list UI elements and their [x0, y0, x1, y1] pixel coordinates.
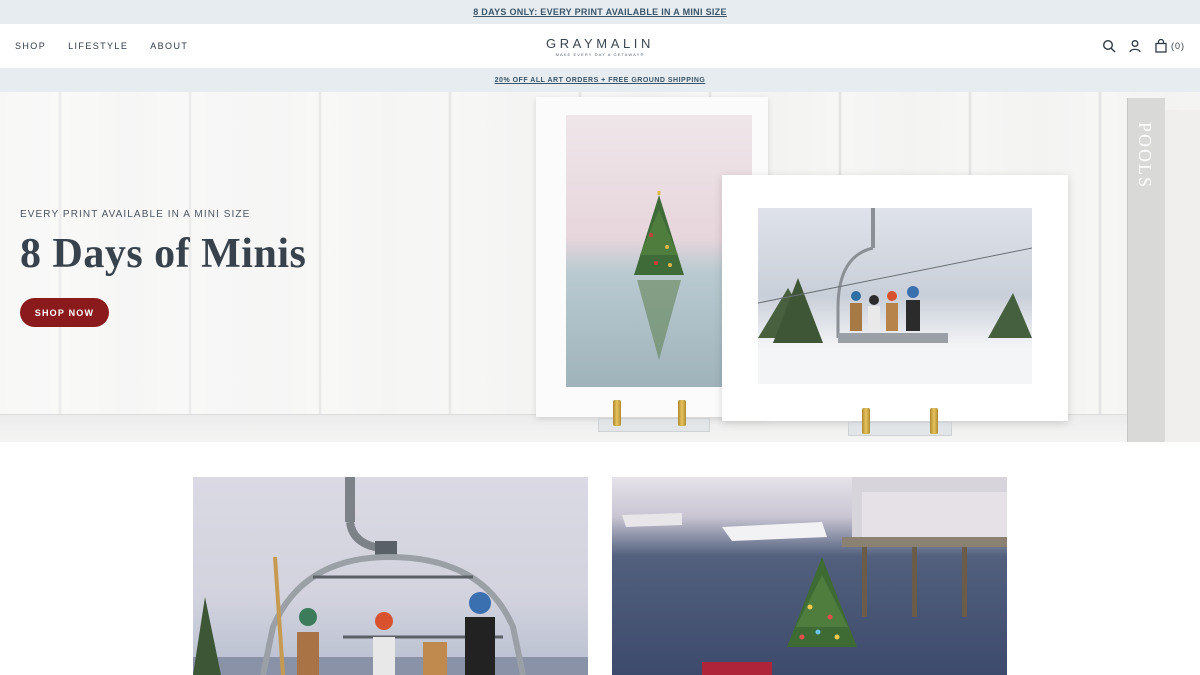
- logo-tagline: MAKE EVERY DAY A GETAWAY®: [555, 52, 645, 57]
- bag-icon: [1154, 39, 1168, 53]
- brass-stand: [930, 408, 938, 434]
- shop-now-button[interactable]: SHOP NOW: [20, 298, 109, 327]
- announcement-link[interactable]: 8 DAYS ONLY: EVERY PRINT AVAILABLE IN A …: [473, 7, 727, 17]
- announcement-bar: 8 DAYS ONLY: EVERY PRINT AVAILABLE IN A …: [0, 0, 1200, 24]
- search-icon[interactable]: [1102, 39, 1116, 53]
- print-chairlift-image: [757, 208, 1033, 384]
- card-chairlift-image: [193, 477, 588, 675]
- cart-button[interactable]: (0): [1154, 39, 1185, 53]
- account-icon[interactable]: [1128, 39, 1142, 53]
- cart-count: (0): [1171, 41, 1185, 51]
- brass-stand: [613, 400, 621, 426]
- book-spine-title: POOLS: [1135, 122, 1155, 190]
- hero-eyebrow: EVERY PRINT AVAILABLE IN A MINI SIZE: [20, 209, 251, 220]
- book: [1165, 110, 1200, 442]
- hero-title: 8 Days of Minis: [20, 231, 307, 277]
- product-card-chairlift[interactable]: [193, 477, 588, 675]
- logo-name: GRAYMALIN: [545, 36, 654, 51]
- card-harbor-image: [622, 477, 1007, 675]
- promo-bar: 20% OFF ALL ART ORDERS + FREE GROUND SHI…: [0, 68, 1200, 92]
- hero-copy: EVERY PRINT AVAILABLE IN A MINI SIZE 8 D…: [20, 209, 306, 327]
- promo-link[interactable]: 20% OFF ALL ART ORDERS + FREE GROUND SHI…: [495, 77, 706, 84]
- framed-print-chairlift: [722, 175, 1068, 421]
- product-card-harbor-tree[interactable]: [612, 477, 1007, 675]
- hero-banner: POOLS EVERY PRINT AVAILABLE IN A MINI SI…: [0, 92, 1200, 442]
- brass-stand: [678, 400, 686, 426]
- brass-stand: [862, 408, 870, 434]
- site-logo[interactable]: GRAYMALIN MAKE EVERY DAY A GETAWAY®: [0, 36, 1200, 57]
- site-header: SHOP LIFESTYLE ABOUT GRAYMALIN MAKE EVER…: [0, 24, 1200, 68]
- utility-icons: (0): [1102, 24, 1185, 68]
